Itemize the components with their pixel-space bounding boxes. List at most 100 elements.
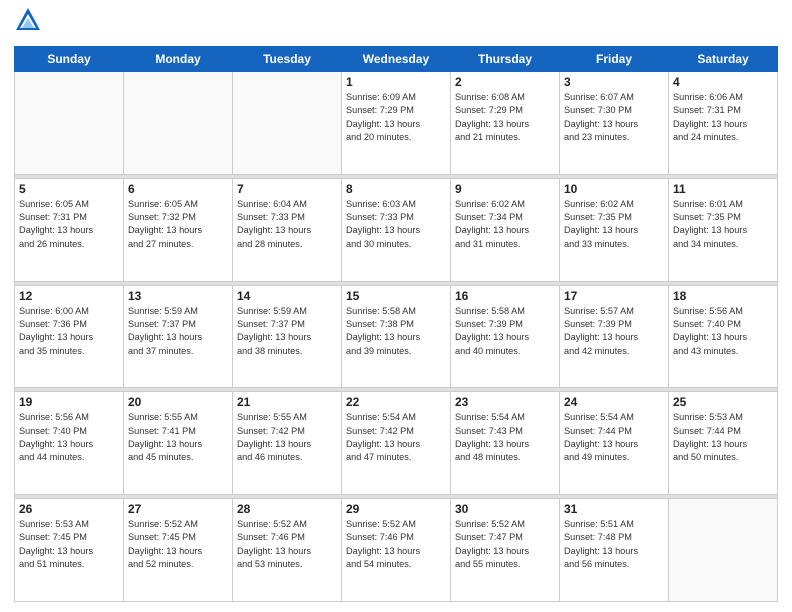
calendar-day-header: Thursday xyxy=(451,47,560,72)
logo xyxy=(14,10,44,38)
day-number: 18 xyxy=(673,289,773,303)
day-number: 31 xyxy=(564,502,664,516)
logo-icon xyxy=(14,6,42,34)
calendar-day-header: Sunday xyxy=(15,47,124,72)
day-info: Sunrise: 5:53 AM Sunset: 7:44 PM Dayligh… xyxy=(673,411,773,464)
header xyxy=(14,10,778,38)
calendar-cell: 14 Sunrise: 5:59 AM Sunset: 7:37 PM Dayli… xyxy=(233,285,342,388)
day-info: Sunrise: 5:58 AM Sunset: 7:38 PM Dayligh… xyxy=(346,305,446,358)
day-number: 24 xyxy=(564,395,664,409)
calendar-cell: 1 Sunrise: 6:09 AM Sunset: 7:29 PM Daylig… xyxy=(342,72,451,175)
day-number: 26 xyxy=(19,502,119,516)
calendar-table: SundayMondayTuesdayWednesdayThursdayFrid… xyxy=(14,46,778,602)
calendar-day-header: Saturday xyxy=(669,47,778,72)
day-info: Sunrise: 5:51 AM Sunset: 7:48 PM Dayligh… xyxy=(564,518,664,571)
day-info: Sunrise: 6:02 AM Sunset: 7:35 PM Dayligh… xyxy=(564,198,664,251)
day-number: 25 xyxy=(673,395,773,409)
calendar-cell: 18 Sunrise: 5:56 AM Sunset: 7:40 PM Dayli… xyxy=(669,285,778,388)
day-info: Sunrise: 6:09 AM Sunset: 7:29 PM Dayligh… xyxy=(346,91,446,144)
day-number: 30 xyxy=(455,502,555,516)
day-info: Sunrise: 5:54 AM Sunset: 7:44 PM Dayligh… xyxy=(564,411,664,464)
day-number: 17 xyxy=(564,289,664,303)
calendar-header-row: SundayMondayTuesdayWednesdayThursdayFrid… xyxy=(15,47,778,72)
day-info: Sunrise: 6:01 AM Sunset: 7:35 PM Dayligh… xyxy=(673,198,773,251)
calendar-cell: 20 Sunrise: 5:55 AM Sunset: 7:41 PM Dayli… xyxy=(124,392,233,495)
day-number: 29 xyxy=(346,502,446,516)
day-info: Sunrise: 6:05 AM Sunset: 7:31 PM Dayligh… xyxy=(19,198,119,251)
day-info: Sunrise: 5:54 AM Sunset: 7:43 PM Dayligh… xyxy=(455,411,555,464)
day-number: 2 xyxy=(455,75,555,89)
day-number: 14 xyxy=(237,289,337,303)
day-info: Sunrise: 5:58 AM Sunset: 7:39 PM Dayligh… xyxy=(455,305,555,358)
day-number: 9 xyxy=(455,182,555,196)
day-info: Sunrise: 6:03 AM Sunset: 7:33 PM Dayligh… xyxy=(346,198,446,251)
day-info: Sunrise: 6:08 AM Sunset: 7:29 PM Dayligh… xyxy=(455,91,555,144)
day-number: 21 xyxy=(237,395,337,409)
day-info: Sunrise: 5:57 AM Sunset: 7:39 PM Dayligh… xyxy=(564,305,664,358)
calendar-cell: 28Sunrise: 5:52 AM Sunset: 7:46 PM Dayli… xyxy=(233,499,342,602)
calendar-week-row: 26Sunrise: 5:53 AM Sunset: 7:45 PM Dayli… xyxy=(15,499,778,602)
day-info: Sunrise: 5:55 AM Sunset: 7:42 PM Dayligh… xyxy=(237,411,337,464)
day-info: Sunrise: 6:04 AM Sunset: 7:33 PM Dayligh… xyxy=(237,198,337,251)
calendar-cell: 17 Sunrise: 5:57 AM Sunset: 7:39 PM Dayli… xyxy=(560,285,669,388)
day-number: 15 xyxy=(346,289,446,303)
calendar-cell: 4Sunrise: 6:06 AM Sunset: 7:31 PM Daylig… xyxy=(669,72,778,175)
calendar-cell: 2 Sunrise: 6:08 AM Sunset: 7:29 PM Daylig… xyxy=(451,72,560,175)
day-number: 1 xyxy=(346,75,446,89)
calendar-day-header: Monday xyxy=(124,47,233,72)
day-info: Sunrise: 5:52 AM Sunset: 7:46 PM Dayligh… xyxy=(346,518,446,571)
day-info: Sunrise: 5:56 AM Sunset: 7:40 PM Dayligh… xyxy=(19,411,119,464)
calendar-cell: 9 Sunrise: 6:02 AM Sunset: 7:34 PM Daylig… xyxy=(451,178,560,281)
calendar-week-row: 19 Sunrise: 5:56 AM Sunset: 7:40 PM Dayli… xyxy=(15,392,778,495)
calendar-cell: 29 Sunrise: 5:52 AM Sunset: 7:46 PM Dayli… xyxy=(342,499,451,602)
calendar-cell: 13 Sunrise: 5:59 AM Sunset: 7:37 PM Dayli… xyxy=(124,285,233,388)
calendar-cell: 8Sunrise: 6:03 AM Sunset: 7:33 PM Daylig… xyxy=(342,178,451,281)
calendar-cell: 22Sunrise: 5:54 AM Sunset: 7:42 PM Dayli… xyxy=(342,392,451,495)
calendar-cell: 12Sunrise: 6:00 AM Sunset: 7:36 PM Dayli… xyxy=(15,285,124,388)
day-info: Sunrise: 5:52 AM Sunset: 7:45 PM Dayligh… xyxy=(128,518,228,571)
day-number: 6 xyxy=(128,182,228,196)
day-number: 12 xyxy=(19,289,119,303)
calendar-cell: 25 Sunrise: 5:53 AM Sunset: 7:44 PM Dayli… xyxy=(669,392,778,495)
day-info: Sunrise: 5:55 AM Sunset: 7:41 PM Dayligh… xyxy=(128,411,228,464)
day-info: Sunrise: 5:52 AM Sunset: 7:47 PM Dayligh… xyxy=(455,518,555,571)
day-info: Sunrise: 5:54 AM Sunset: 7:42 PM Dayligh… xyxy=(346,411,446,464)
calendar-cell: 24 Sunrise: 5:54 AM Sunset: 7:44 PM Dayli… xyxy=(560,392,669,495)
day-number: 13 xyxy=(128,289,228,303)
day-number: 4 xyxy=(673,75,773,89)
calendar-cell: 26Sunrise: 5:53 AM Sunset: 7:45 PM Dayli… xyxy=(15,499,124,602)
calendar-cell: 6Sunrise: 6:05 AM Sunset: 7:32 PM Daylig… xyxy=(124,178,233,281)
calendar-cell: 30 Sunrise: 5:52 AM Sunset: 7:47 PM Dayli… xyxy=(451,499,560,602)
calendar-week-row: 12Sunrise: 6:00 AM Sunset: 7:36 PM Dayli… xyxy=(15,285,778,388)
day-number: 3 xyxy=(564,75,664,89)
calendar-day-header: Wednesday xyxy=(342,47,451,72)
calendar-cell: 27 Sunrise: 5:52 AM Sunset: 7:45 PM Dayli… xyxy=(124,499,233,602)
calendar-cell: 31 Sunrise: 5:51 AM Sunset: 7:48 PM Dayli… xyxy=(560,499,669,602)
day-number: 5 xyxy=(19,182,119,196)
day-number: 19 xyxy=(19,395,119,409)
day-info: Sunrise: 6:07 AM Sunset: 7:30 PM Dayligh… xyxy=(564,91,664,144)
calendar-cell xyxy=(233,72,342,175)
day-info: Sunrise: 6:02 AM Sunset: 7:34 PM Dayligh… xyxy=(455,198,555,251)
calendar-cell: 5 Sunrise: 6:05 AM Sunset: 7:31 PM Daylig… xyxy=(15,178,124,281)
calendar-cell: 7Sunrise: 6:04 AM Sunset: 7:33 PM Daylig… xyxy=(233,178,342,281)
calendar-day-header: Friday xyxy=(560,47,669,72)
day-number: 23 xyxy=(455,395,555,409)
calendar-cell xyxy=(15,72,124,175)
calendar-cell xyxy=(669,499,778,602)
calendar-page: SundayMondayTuesdayWednesdayThursdayFrid… xyxy=(0,0,792,612)
day-info: Sunrise: 5:59 AM Sunset: 7:37 PM Dayligh… xyxy=(237,305,337,358)
day-info: Sunrise: 5:56 AM Sunset: 7:40 PM Dayligh… xyxy=(673,305,773,358)
day-number: 11 xyxy=(673,182,773,196)
calendar-cell: 15 Sunrise: 5:58 AM Sunset: 7:38 PM Dayli… xyxy=(342,285,451,388)
calendar-cell: 16Sunrise: 5:58 AM Sunset: 7:39 PM Dayli… xyxy=(451,285,560,388)
day-number: 27 xyxy=(128,502,228,516)
calendar-week-row: 5 Sunrise: 6:05 AM Sunset: 7:31 PM Daylig… xyxy=(15,178,778,281)
day-info: Sunrise: 5:59 AM Sunset: 7:37 PM Dayligh… xyxy=(128,305,228,358)
calendar-cell: 3 Sunrise: 6:07 AM Sunset: 7:30 PM Daylig… xyxy=(560,72,669,175)
calendar-cell: 19 Sunrise: 5:56 AM Sunset: 7:40 PM Dayli… xyxy=(15,392,124,495)
day-number: 10 xyxy=(564,182,664,196)
day-number: 20 xyxy=(128,395,228,409)
day-number: 28 xyxy=(237,502,337,516)
calendar-cell: 10 Sunrise: 6:02 AM Sunset: 7:35 PM Dayli… xyxy=(560,178,669,281)
